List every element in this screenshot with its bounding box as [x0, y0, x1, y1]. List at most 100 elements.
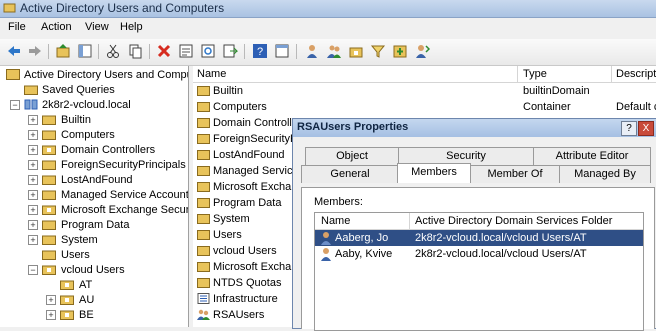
- properties-icon[interactable]: [178, 43, 194, 59]
- member-folder: 2k8r2-vcloud.local/vcloud Users/AT: [415, 232, 587, 244]
- tree-item-label: Program Data: [61, 219, 130, 231]
- dialog-titlebar: RSAUsers Properties ? X: [293, 119, 656, 137]
- folder-icon: [42, 130, 56, 140]
- tree-item-label: Managed Service Accounts: [61, 189, 189, 201]
- expand-icon[interactable]: +: [28, 160, 38, 170]
- tab-object[interactable]: Object: [305, 147, 399, 165]
- column-header-type[interactable]: Type: [523, 68, 547, 80]
- cut-icon[interactable]: [105, 43, 121, 59]
- ou-folder-icon: [42, 205, 56, 215]
- toolbar: ?: [0, 39, 656, 66]
- members-column-folder[interactable]: Active Directory Domain Services Folder: [415, 215, 612, 227]
- dialog-title: RSAUsers Properties: [297, 121, 409, 133]
- copy-icon[interactable]: [127, 43, 143, 59]
- ou-icon[interactable]: [348, 43, 364, 59]
- tree-root-label: Active Directory Users and Comput: [24, 69, 189, 81]
- column-header-name[interactable]: Name: [197, 68, 226, 80]
- list-row[interactable]: Builtin builtinDomain: [193, 83, 656, 99]
- expand-icon[interactable]: +: [28, 205, 38, 215]
- folder-icon: [42, 160, 56, 170]
- list-cell-name: Domain Controller: [213, 117, 302, 129]
- up-icon[interactable]: [55, 43, 71, 59]
- member-row[interactable]: Aaberg, Jo 2k8r2-vcloud.local/vcloud Use…: [315, 230, 643, 246]
- menu-file[interactable]: File: [8, 21, 26, 33]
- filter-icon[interactable]: [370, 43, 386, 59]
- help-icon[interactable]: ?: [252, 43, 268, 59]
- members-list[interactable]: Name Active Directory Domain Services Fo…: [314, 212, 644, 331]
- tab-attribute-editor[interactable]: Attribute Editor: [533, 147, 651, 165]
- menu-help[interactable]: Help: [120, 21, 143, 33]
- ou-folder-icon: [42, 145, 56, 155]
- menu-view[interactable]: View: [85, 21, 109, 33]
- list-cell-name: vcloud Users: [213, 245, 277, 257]
- menu-action[interactable]: Action: [41, 21, 72, 33]
- tree-item-label: Computers: [61, 129, 115, 141]
- expand-icon[interactable]: +: [28, 235, 38, 245]
- ou-folder-icon: [60, 280, 74, 290]
- domain-icon: [24, 99, 38, 110]
- collapse-icon[interactable]: −: [10, 100, 20, 110]
- tab-managed-by[interactable]: Managed By: [559, 165, 651, 183]
- group-icon: [197, 309, 210, 320]
- help-button[interactable]: ?: [621, 121, 637, 136]
- ad-root-icon: [6, 69, 20, 80]
- expand-icon[interactable]: +: [46, 295, 56, 305]
- member-name: Aaby, Kvive: [335, 248, 393, 260]
- list-cell-name: System: [213, 213, 250, 225]
- tree-item-label: Saved Queries: [42, 84, 115, 96]
- expand-icon[interactable]: +: [28, 115, 38, 125]
- console-tree[interactable]: Active Directory Users and Comput Saved …: [0, 66, 189, 327]
- expand-icon[interactable]: +: [28, 220, 38, 230]
- tree-item-label: BE: [79, 309, 94, 321]
- groups-icon[interactable]: [326, 43, 342, 59]
- list-row[interactable]: Computers Container Default c: [193, 99, 656, 115]
- expand-icon[interactable]: +: [28, 130, 38, 140]
- folder-icon: [197, 86, 210, 96]
- tab-member-of[interactable]: Member Of: [470, 165, 560, 183]
- member-folder: 2k8r2-vcloud.local/vcloud Users/AT: [415, 248, 587, 260]
- export-icon[interactable]: [222, 43, 238, 59]
- member-row[interactable]: Aaby, Kvive 2k8r2-vcloud.local/vcloud Us…: [315, 246, 643, 262]
- expand-icon[interactable]: +: [46, 310, 56, 320]
- folder-icon: [42, 250, 56, 260]
- list-cell-name: RSAUsers: [213, 309, 265, 321]
- console-icon[interactable]: [274, 43, 290, 59]
- list-cell-name: Microsoft Exchan: [213, 181, 298, 193]
- user-icon: [321, 232, 331, 245]
- refresh-icon[interactable]: [200, 43, 216, 59]
- users-icon[interactable]: [304, 43, 320, 59]
- list-cell-name: NTDS Quotas: [213, 277, 282, 289]
- tab-members[interactable]: Members: [397, 163, 471, 183]
- list-cell-name: LostAndFound: [213, 149, 285, 161]
- tree-item-label: 2k8r2-vcloud.local: [42, 99, 131, 111]
- tab-general[interactable]: General: [301, 165, 399, 183]
- ou-folder-icon: [42, 265, 56, 275]
- members-column-name[interactable]: Name: [321, 215, 350, 227]
- forward-icon[interactable]: [27, 43, 43, 59]
- collapse-icon[interactable]: −: [28, 265, 38, 275]
- delete-icon[interactable]: [156, 43, 172, 59]
- expand-icon[interactable]: +: [28, 175, 38, 185]
- folder-icon: [42, 190, 56, 200]
- show-hide-tree-icon[interactable]: [77, 43, 93, 59]
- folder-icon: [197, 166, 210, 176]
- back-icon[interactable]: [6, 43, 22, 59]
- tree-item-label: Builtin: [61, 114, 91, 126]
- list-cell-name: Program Data: [213, 197, 282, 209]
- add-group-icon[interactable]: [392, 43, 408, 59]
- folder-icon: [197, 102, 210, 112]
- ntds-quotas-icon: [197, 278, 210, 288]
- move-icon[interactable]: [414, 43, 430, 59]
- column-header-description[interactable]: Descripti: [616, 68, 656, 80]
- expand-icon[interactable]: +: [28, 190, 38, 200]
- tree-item-label: AU: [79, 294, 95, 306]
- tree-item-label: System: [61, 234, 98, 246]
- close-button[interactable]: X: [638, 121, 654, 136]
- members-list-header: Name Active Directory Domain Services Fo…: [315, 213, 643, 230]
- list-cell-type: Container: [523, 101, 571, 113]
- list-cell-name: ForeignSecurityPr: [213, 133, 302, 145]
- window-titlebar: Active Directory Users and Computers: [0, 0, 656, 18]
- infrastructure-icon: [197, 293, 210, 304]
- tree-item-label: LostAndFound: [61, 174, 133, 186]
- expand-icon[interactable]: +: [28, 145, 38, 155]
